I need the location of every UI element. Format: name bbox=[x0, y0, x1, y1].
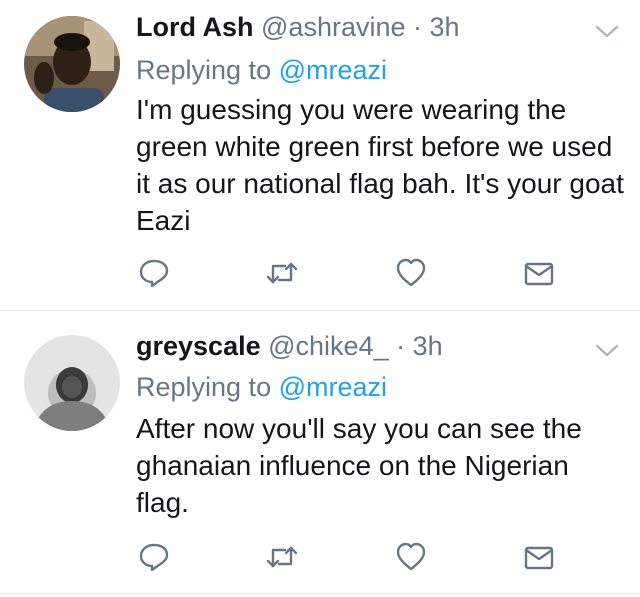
timestamp[interactable]: 3h bbox=[430, 12, 460, 42]
like-icon[interactable] bbox=[394, 540, 428, 574]
replying-to-label: Replying to bbox=[136, 55, 272, 85]
avatar[interactable] bbox=[24, 335, 120, 431]
replying-to: Replying to @mreazi bbox=[136, 55, 387, 86]
replying-to: Replying to @mreazi bbox=[136, 372, 387, 403]
tweet[interactable]: Lord Ash @ashravine · 3h Replying to @mr… bbox=[0, 0, 640, 310]
display-name[interactable]: greyscale bbox=[136, 331, 261, 361]
chevron-down-icon[interactable] bbox=[594, 22, 620, 42]
separator: · bbox=[413, 12, 423, 42]
mention-link[interactable]: @mreazi bbox=[279, 372, 387, 402]
avatar[interactable] bbox=[24, 16, 120, 112]
separator: · bbox=[396, 331, 406, 361]
tweet-text: I'm guessing you were wearing the green … bbox=[136, 94, 624, 236]
retweet-icon[interactable] bbox=[265, 540, 299, 574]
user-handle[interactable]: @ashravine bbox=[261, 12, 405, 42]
replying-to-label: Replying to bbox=[136, 372, 272, 402]
tweet-actions bbox=[0, 256, 640, 292]
tweet-header: Lord Ash @ashravine · 3h bbox=[136, 12, 460, 43]
tweet-header: greyscale @chike4_ · 3h bbox=[136, 331, 443, 362]
direct-message-icon[interactable] bbox=[522, 540, 556, 574]
tweet-divider bbox=[0, 593, 640, 594]
avatar-photo bbox=[24, 16, 120, 112]
tweet[interactable]: greyscale @chike4_ · 3h Replying to @mre… bbox=[0, 311, 640, 593]
tweet-actions bbox=[0, 540, 640, 576]
avatar-photo bbox=[24, 335, 120, 431]
direct-message-icon[interactable] bbox=[522, 256, 556, 290]
reply-icon[interactable] bbox=[137, 540, 171, 574]
timestamp[interactable]: 3h bbox=[413, 331, 443, 361]
chevron-down-icon[interactable] bbox=[594, 341, 620, 361]
user-handle[interactable]: @chike4_ bbox=[268, 331, 388, 361]
reply-icon[interactable] bbox=[137, 256, 171, 290]
tweet-text: After now you'll say you can see the gha… bbox=[136, 413, 582, 518]
mention-link[interactable]: @mreazi bbox=[279, 55, 387, 85]
display-name[interactable]: Lord Ash bbox=[136, 12, 254, 42]
retweet-icon[interactable] bbox=[265, 256, 299, 290]
like-icon[interactable] bbox=[394, 256, 428, 290]
